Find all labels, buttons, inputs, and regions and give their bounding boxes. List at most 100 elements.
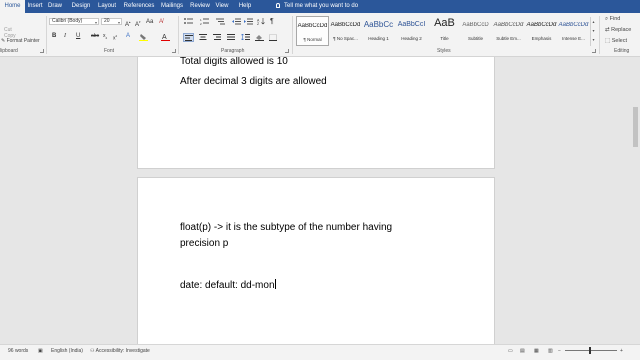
- style-name: ¶ No Spac...: [333, 36, 358, 41]
- format-painter-button[interactable]: ✎ Format Painter: [1, 38, 40, 44]
- more-styles-icon[interactable]: ▾: [591, 35, 596, 44]
- highlight-icon[interactable]: [139, 33, 148, 41]
- sort-icon[interactable]: AZ: [257, 18, 265, 25]
- style-title[interactable]: AaB Title: [428, 16, 461, 46]
- bold-icon[interactable]: B: [52, 33, 56, 40]
- tab-view[interactable]: View: [213, 0, 231, 13]
- scroll-thumb[interactable]: [633, 107, 638, 147]
- zoom-in-icon[interactable]: +: [620, 345, 623, 360]
- font-name-select[interactable]: Calibri (Body) ▾: [49, 18, 99, 25]
- chevron-down-icon[interactable]: ▾: [591, 26, 596, 35]
- doc-line: float(p) -> it is the subtype of the num…: [180, 222, 393, 233]
- align-center-icon[interactable]: [199, 34, 207, 41]
- shading-icon[interactable]: [255, 34, 264, 41]
- strikethrough-icon[interactable]: abc: [91, 33, 99, 40]
- superscript-icon[interactable]: x2: [113, 33, 117, 42]
- bulb-icon: [276, 3, 280, 8]
- paragraph-launcher-icon[interactable]: [285, 49, 289, 53]
- style-name: ¶ Normal: [303, 37, 322, 42]
- zoom-out-icon[interactable]: −: [558, 345, 561, 360]
- doc-line-current: date: default: dd-mon: [180, 279, 276, 291]
- decrease-indent-icon[interactable]: [232, 18, 241, 25]
- group-separator: [292, 16, 293, 54]
- clear-formatting-icon[interactable]: A̸: [159, 19, 163, 26]
- numbering-icon[interactable]: 12: [200, 18, 209, 25]
- subscript-icon[interactable]: x2: [103, 33, 107, 40]
- styles-launcher-icon[interactable]: [592, 49, 596, 53]
- focus-mode-icon[interactable]: ▭: [508, 345, 513, 360]
- multilevel-list-icon[interactable]: [216, 18, 225, 25]
- print-layout-icon[interactable]: ▦: [534, 345, 539, 360]
- web-layout-icon[interactable]: ▥: [548, 345, 553, 360]
- zoom-slider[interactable]: [565, 347, 617, 354]
- text-effects-icon[interactable]: A: [126, 33, 130, 40]
- tab-insert[interactable]: Insert: [25, 0, 45, 13]
- ribbon-tab-bar: Home Insert Draw Design Layout Reference…: [0, 0, 640, 13]
- doc-line-text: date: default: dd-mon: [180, 280, 275, 291]
- tab-review[interactable]: Review: [189, 0, 211, 13]
- replace-icon: ⇄: [605, 27, 610, 33]
- borders-icon[interactable]: [269, 34, 277, 41]
- style-sample: AaBbCcD: [462, 22, 489, 28]
- italic-icon[interactable]: I: [64, 33, 66, 40]
- svg-text:Z: Z: [257, 22, 260, 25]
- align-right-icon[interactable]: [213, 34, 221, 41]
- style-emphasis[interactable]: AaBbCcDd Emphasis: [525, 16, 558, 46]
- show-formatting-icon[interactable]: ¶: [270, 18, 274, 25]
- editing-group-label: Editing: [614, 48, 630, 54]
- font-launcher-icon[interactable]: [172, 49, 176, 53]
- style-subtitle[interactable]: AaBbCcD Subtitle: [459, 16, 492, 46]
- clipboard-launcher-icon[interactable]: [40, 49, 44, 53]
- find-icon: ⌕: [605, 16, 609, 22]
- style-subtle-emphasis[interactable]: AaBbCcDd Subtle Em...: [492, 16, 525, 46]
- zoom-slider-knob[interactable]: [589, 347, 591, 354]
- underline-icon[interactable]: U: [76, 33, 80, 40]
- grow-font-button[interactable]: A▴: [125, 19, 131, 28]
- style-intense-emphasis[interactable]: AaBbCcDd Intense E...: [557, 16, 590, 46]
- doc-line: precision p: [180, 238, 229, 249]
- style-no-spacing[interactable]: AaBbCcDd ¶ No Spac...: [329, 16, 362, 46]
- style-heading-1[interactable]: AaBbCc Heading 1: [362, 16, 395, 46]
- line-spacing-icon[interactable]: [241, 34, 250, 41]
- align-left-icon[interactable]: [183, 33, 194, 42]
- spelling-icon[interactable]: ▣: [38, 345, 43, 360]
- vertical-scrollbar[interactable]: [630, 57, 640, 344]
- chevron-up-icon[interactable]: ▴: [591, 17, 596, 26]
- page-2[interactable]: float(p) -> it is the subtype of the num…: [137, 177, 495, 344]
- shrink-font-button[interactable]: A▾: [135, 19, 141, 28]
- increase-indent-icon[interactable]: [244, 18, 253, 25]
- font-size-select[interactable]: 20 ▾: [101, 18, 122, 25]
- word-count[interactable]: 96 words: [8, 345, 28, 360]
- find-button[interactable]: ⌕ Find: [605, 16, 620, 23]
- svg-text:2: 2: [200, 22, 202, 25]
- font-color-icon[interactable]: A: [161, 33, 170, 41]
- page-1[interactable]: Total digits allowed is 10 After decimal…: [137, 57, 495, 169]
- bullets-icon[interactable]: [184, 18, 193, 25]
- accessibility-status[interactable]: ⚇ Accessibility: Investigate: [90, 345, 150, 360]
- styles-gallery-scroll[interactable]: ▴ ▾ ▾: [590, 17, 596, 46]
- tab-draw[interactable]: Draw: [46, 0, 64, 13]
- tab-help[interactable]: Help: [236, 0, 254, 13]
- tell-me-search[interactable]: Tell me what you want to do: [276, 0, 358, 13]
- justify-icon[interactable]: [227, 34, 235, 41]
- select-button[interactable]: ⬚ Select: [605, 38, 627, 44]
- read-mode-icon[interactable]: ▤: [520, 345, 525, 360]
- style-normal[interactable]: AaBbCcDd ¶ Normal: [296, 16, 329, 46]
- style-sample: AaBbCcDd: [330, 22, 361, 28]
- tab-design[interactable]: Design: [70, 0, 92, 13]
- accessibility-icon: ⚇: [90, 348, 95, 354]
- status-bar: 96 words ▣ English (India) ⚇ Accessibili…: [0, 344, 640, 360]
- chevron-down-icon: ▾: [117, 20, 120, 25]
- style-name: Title: [440, 36, 449, 41]
- tab-layout[interactable]: Layout: [96, 0, 118, 13]
- document-area[interactable]: Total digits allowed is 10 After decimal…: [0, 57, 640, 344]
- language-status[interactable]: English (India): [51, 345, 83, 360]
- change-case-button[interactable]: Aa: [146, 19, 153, 26]
- tab-mailings[interactable]: Mailings: [159, 0, 185, 13]
- replace-button[interactable]: ⇄ Replace: [605, 27, 631, 33]
- tab-home[interactable]: Home: [0, 0, 25, 13]
- paragraph-group-label: Paragraph: [221, 48, 245, 54]
- style-heading-2[interactable]: AaBbCcI Heading 2: [395, 16, 428, 46]
- tab-references[interactable]: References: [123, 0, 155, 13]
- format-painter-icon: ✎: [1, 38, 6, 44]
